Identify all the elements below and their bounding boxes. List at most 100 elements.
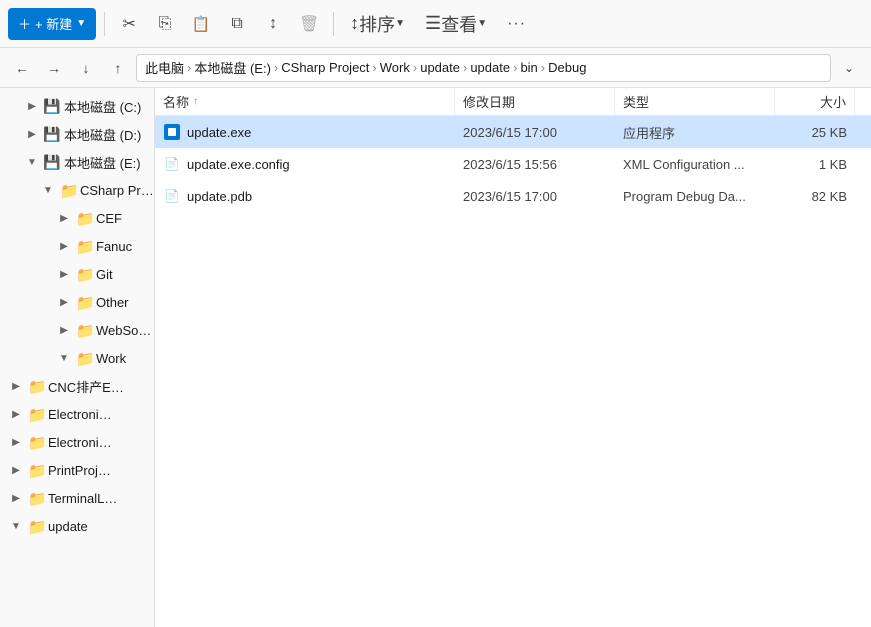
sidebar-label-terminall: TerminalL… — [48, 491, 117, 506]
view-button[interactable]: ☰ 查看 ▼ — [417, 8, 495, 40]
sidebar-label-local-d: 本地磁盘 (D:) — [64, 125, 141, 144]
sidebar-item-cef[interactable]: 📁 CEF — [0, 204, 154, 232]
back-button[interactable]: ← — [8, 54, 36, 82]
file-name-update-exe: update.exe — [155, 116, 455, 148]
sidebar-item-other[interactable]: 📁 Other — [0, 288, 154, 316]
breadcrumb-csharp[interactable]: CSharp Project — [281, 60, 369, 75]
delete-icon: 🗑 — [299, 14, 319, 34]
folder-printproj-icon: 📁 — [28, 462, 44, 478]
breadcrumb-bin[interactable]: bin — [520, 60, 537, 75]
sidebar-item-electronic1[interactable]: 📁 Electroni… — [0, 400, 154, 428]
col-header-date[interactable]: 修改日期 — [455, 88, 615, 115]
sep6: › — [513, 60, 517, 75]
divider2 — [333, 12, 334, 36]
sidebar-label-csharp: CSharp Proje… — [80, 183, 154, 198]
sidebar-item-cnc[interactable]: 📁 CNC排产E… — [0, 372, 154, 400]
folder-update-icon: 📁 — [28, 518, 44, 534]
folder-electronic2-icon: 📁 — [28, 434, 44, 450]
sidebar-item-local-d[interactable]: 💾 本地磁盘 (D:) — [0, 120, 154, 148]
sep1: › — [187, 60, 191, 75]
file-row-update-exe[interactable]: update.exe 2023/6/15 17:00 应用程序 25 KB — [155, 116, 871, 148]
move-icon: ↕ — [269, 15, 277, 33]
folder-git-icon: 📁 — [76, 266, 92, 282]
file-name-text-update-exe: update.exe — [187, 125, 251, 140]
expand-git — [56, 266, 72, 282]
expand-csharp — [40, 182, 56, 198]
file-date-update-exe: 2023/6/15 17:00 — [455, 116, 615, 148]
sort-asc-icon: ↑ — [193, 96, 198, 107]
sidebar-item-fanuc[interactable]: 📁 Fanuc — [0, 232, 154, 260]
file-row-update-pdb[interactable]: 📄 update.pdb 2023/6/15 17:00 Program Deb… — [155, 180, 871, 212]
expand-printproj — [8, 462, 24, 478]
sidebar-item-work[interactable]: 📁 Work — [0, 344, 154, 372]
expand-update — [8, 518, 24, 534]
sidebar-label-printproj: PrintProj… — [48, 463, 111, 478]
drive-d-icon: 💾 — [44, 126, 60, 142]
filelist-header: 名称 ↑ 修改日期 类型 大小 — [155, 88, 871, 116]
delete-button[interactable]: 🗑 — [293, 8, 325, 40]
up-button[interactable]: ↑ — [104, 54, 132, 82]
sep7: › — [541, 60, 545, 75]
more-button[interactable]: ··· — [499, 8, 534, 40]
down-button[interactable]: ↓ — [72, 54, 100, 82]
file-icon-update-exe — [163, 123, 181, 141]
breadcrumb-debug[interactable]: Debug — [548, 60, 586, 75]
breadcrumb-work[interactable]: Work — [380, 60, 410, 75]
folder-csharp-icon: 📁 — [60, 182, 76, 198]
breadcrumb[interactable]: 此电脑 › 本地磁盘 (E:) › CSharp Project › Work … — [136, 54, 831, 82]
col-date-label: 修改日期 — [463, 92, 515, 111]
expand-electronic1 — [8, 406, 24, 422]
pdb-icon: 📄 — [164, 188, 180, 204]
sidebar-item-csharp[interactable]: 📁 CSharp Proje… — [0, 176, 154, 204]
file-rows: update.exe 2023/6/15 17:00 应用程序 25 KB 📄 … — [155, 116, 871, 212]
col-header-name[interactable]: 名称 ↑ — [155, 88, 455, 115]
drive-e-icon: 💾 — [44, 154, 60, 170]
sidebar-label-local-c: 本地磁盘 (C:) — [64, 97, 141, 116]
forward-button[interactable]: → — [40, 54, 68, 82]
col-header-size[interactable]: 大小 — [775, 88, 855, 115]
sidebar-label-git: Git — [96, 267, 113, 282]
copy2-button[interactable]: ⧉ — [221, 8, 253, 40]
main-area: 💾 本地磁盘 (C:) 💾 本地磁盘 (D:) 💾 本地磁盘 (E:) 📁 CS… — [0, 88, 871, 627]
sidebar-item-printproj[interactable]: 📁 PrintProj… — [0, 456, 154, 484]
view-icon: ☰ — [425, 13, 441, 34]
file-icon-update-exe-config: 📄 — [163, 155, 181, 173]
file-row-update-exe-config[interactable]: 📄 update.exe.config 2023/6/15 15:56 XML … — [155, 148, 871, 180]
sep2: › — [274, 60, 278, 75]
sidebar-item-git[interactable]: 📁 Git — [0, 260, 154, 288]
addressbar: ← → ↓ ↑ 此电脑 › 本地磁盘 (E:) › CSharp Project… — [0, 48, 871, 88]
col-header-type[interactable]: 类型 — [615, 88, 775, 115]
move-button[interactable]: ↕ — [257, 8, 289, 40]
sidebar-item-terminall[interactable]: 📁 TerminalL… — [0, 484, 154, 512]
paste-button[interactable]: 📋 — [185, 8, 217, 40]
view-label: 查看 — [441, 11, 477, 37]
breadcrumb-pc[interactable]: 此电脑 — [145, 58, 184, 77]
file-name-text-update-pdb: update.pdb — [187, 189, 252, 204]
addressbar-expand-button[interactable]: ⌄ — [835, 54, 863, 82]
new-dropdown-arrow: ▼ — [76, 18, 86, 29]
expand-work — [56, 350, 72, 366]
copy-button[interactable]: ⎘ — [149, 8, 181, 40]
expand-local-d — [24, 126, 40, 142]
view-dropdown-arrow: ▼ — [477, 18, 487, 29]
copy2-icon: ⧉ — [231, 15, 242, 33]
sidebar-item-local-e[interactable]: 💾 本地磁盘 (E:) — [0, 148, 154, 176]
cut-button[interactable]: ✂ — [113, 8, 145, 40]
sort-dropdown-arrow: ▼ — [395, 18, 405, 29]
sort-button[interactable]: ↕ 排序 ▼ — [342, 8, 413, 40]
new-button[interactable]: ＋ + 新建 ▼ — [8, 8, 96, 40]
paste-icon: 📋 — [192, 15, 211, 33]
breadcrumb-e[interactable]: 本地磁盘 (E:) — [194, 58, 271, 77]
sidebar: 💾 本地磁盘 (C:) 💾 本地磁盘 (D:) 💾 本地磁盘 (E:) 📁 CS… — [0, 88, 155, 627]
sidebar-item-electronic2[interactable]: 📁 Electroni… — [0, 428, 154, 456]
col-type-label: 类型 — [623, 92, 649, 111]
folder-cef-icon: 📁 — [76, 210, 92, 226]
sidebar-label-electronic1: Electroni… — [48, 407, 112, 422]
sidebar-item-local-c[interactable]: 💾 本地磁盘 (C:) — [0, 92, 154, 120]
sidebar-item-update[interactable]: 📁 update — [0, 512, 154, 540]
file-size-update-exe: 25 KB — [775, 116, 855, 148]
sidebar-item-websocket[interactable]: 📁 WebSocke… — [0, 316, 154, 344]
folder-websocket-icon: 📁 — [76, 322, 92, 338]
breadcrumb-update1[interactable]: update — [420, 60, 460, 75]
breadcrumb-update2[interactable]: update — [470, 60, 510, 75]
